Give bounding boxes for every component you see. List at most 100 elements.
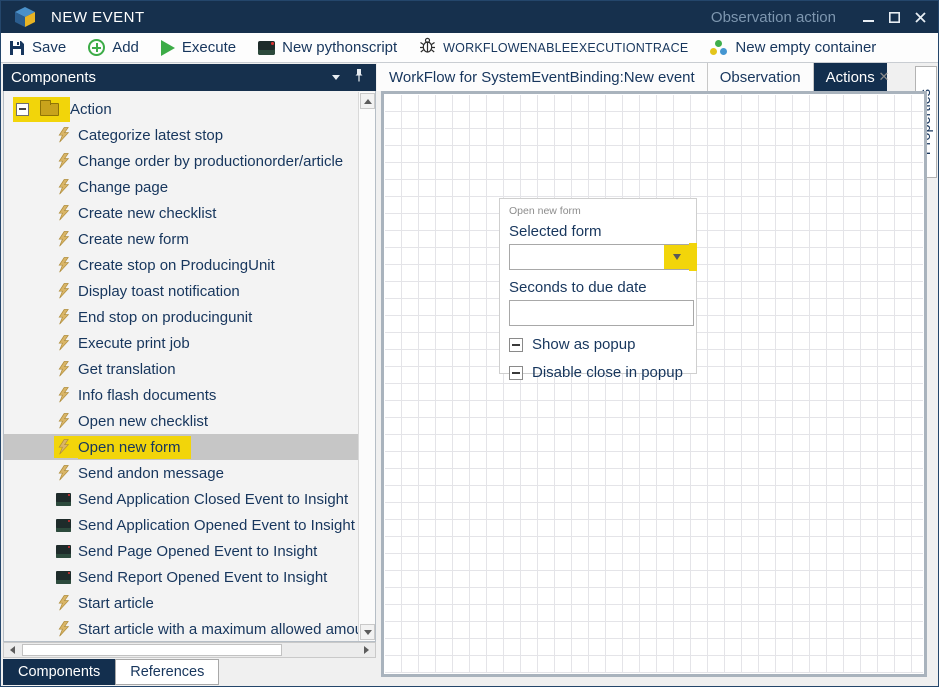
new-pythonscript-button[interactable]: New pythonscript [258, 39, 397, 56]
tree-item[interactable]: Display toast notification [4, 278, 375, 304]
toolbar: Save Add Execute New pythonscript [1, 33, 938, 63]
tree-item-label: Change page [78, 176, 178, 199]
container-dots-icon [710, 40, 728, 56]
tree-item-icon [56, 231, 71, 247]
tree-item[interactable]: Send Page Opened Event to Insight [4, 538, 375, 564]
tree-item-label: Send andon message [78, 462, 234, 485]
components-panel-header: Components [3, 64, 376, 91]
tree-item[interactable]: Create stop on ProducingUnit [4, 252, 375, 278]
tree-item[interactable]: Start article [4, 590, 375, 616]
components-tree: Action Categorize latest stop Chan [3, 91, 376, 642]
tree-item[interactable]: Open new form [4, 434, 375, 460]
tree-item-icon [40, 103, 59, 116]
disable-close-checkbox[interactable]: Disable close in popup [509, 364, 687, 381]
collapse-expander-icon[interactable] [16, 103, 29, 116]
save-button[interactable]: Save [9, 39, 66, 56]
tree-item-icon [56, 519, 71, 532]
tree-item[interactable]: Categorize latest stop [4, 122, 375, 148]
tree-item[interactable]: Open new checklist [4, 408, 375, 434]
minimize-button[interactable] [862, 11, 874, 23]
add-icon [88, 39, 105, 56]
tree-item[interactable]: Change order by productionorder/article [4, 148, 375, 174]
save-icon [9, 40, 25, 56]
tree-item-label: Execute print job [78, 332, 200, 355]
tree-item[interactable]: End stop on producingunit [4, 304, 375, 330]
disable-close-label: Disable close in popup [532, 364, 683, 381]
tree-item-icon [56, 283, 71, 299]
tree-item[interactable]: Create new form [4, 226, 375, 252]
tree-item[interactable]: Execute print job [4, 330, 375, 356]
tab-workflow[interactable]: WorkFlow for SystemEventBinding:New even… [377, 63, 708, 91]
tree-item-label: Create new form [78, 228, 199, 251]
tab-components[interactable]: Components [3, 659, 115, 685]
scroll-left-button[interactable] [5, 643, 20, 657]
new-pythonscript-label: New pythonscript [282, 39, 397, 56]
workflow-trace-button[interactable]: WORKFLOWENABLEEXECUTIONTRACE [419, 37, 688, 58]
components-panel-title: Components [11, 69, 96, 86]
seconds-input[interactable] [509, 300, 694, 326]
panel-menu-caret-icon[interactable] [332, 75, 340, 80]
show-as-popup-checkbox[interactable]: Show as popup [509, 336, 687, 353]
execute-label: Execute [182, 39, 236, 56]
app-logo-icon [13, 5, 37, 29]
tree-item-icon [56, 439, 71, 455]
tree-item-label: Send Page Opened Event to Insight [78, 540, 327, 563]
tree-vertical-scrollbar[interactable] [358, 92, 375, 641]
tree-item-label: Open new form [78, 436, 191, 459]
tab-close-icon[interactable]: ✕ [876, 69, 892, 85]
tree-item-icon [56, 127, 71, 143]
bug-icon [419, 37, 436, 58]
scrollbar-thumb[interactable] [22, 644, 282, 656]
title-bar: NEW EVENT Observation action [1, 1, 938, 33]
components-panel: Components Action [3, 64, 376, 686]
tab-references[interactable]: References [115, 659, 219, 685]
tree-item-icon [56, 413, 71, 429]
tree-item-icon [56, 493, 71, 506]
tree-item-label: Info flash documents [78, 384, 226, 407]
close-button[interactable] [914, 11, 926, 23]
execute-button[interactable]: Execute [161, 39, 236, 56]
checkbox-indeterminate-icon[interactable] [509, 338, 523, 352]
tree-item-label: Create stop on ProducingUnit [78, 254, 285, 277]
tree-horizontal-scrollbar[interactable] [3, 642, 376, 658]
window-title: NEW EVENT [51, 9, 145, 26]
workflow-trace-label: WORKFLOWENABLEEXECUTIONTRACE [443, 41, 688, 55]
tree-item[interactable]: Create new checklist [4, 200, 375, 226]
chevron-down-icon[interactable] [664, 245, 689, 269]
workflow-canvas-frame: Open new form Selected form Seconds to d… [381, 91, 927, 677]
maximize-button[interactable] [888, 11, 900, 23]
new-empty-container-button[interactable]: New empty container [710, 39, 876, 56]
tree-item[interactable]: Send Application Opened Event to Insight [4, 512, 375, 538]
selected-form-dropdown[interactable] [509, 244, 690, 270]
scroll-down-button[interactable] [360, 624, 375, 640]
dropdown-highlight [689, 243, 697, 271]
tree-item[interactable]: Get translation [4, 356, 375, 382]
scroll-up-button[interactable] [360, 93, 375, 109]
tree-item-label: Send Application Closed Event to Insight [78, 488, 358, 511]
scroll-right-button[interactable] [359, 643, 374, 657]
tree-item-icon [56, 153, 71, 169]
sidebar-bottom-tabs: Components References [3, 659, 219, 685]
tab-observation[interactable]: Observation [708, 63, 814, 91]
tree-item[interactable]: Info flash documents [4, 382, 375, 408]
seconds-label: Seconds to due date [509, 279, 687, 296]
tree-item-label: Display toast notification [78, 280, 250, 303]
tree-item-label: Get translation [78, 358, 186, 381]
tree-item-icon [56, 545, 71, 558]
tree-item[interactable]: Change page [4, 174, 375, 200]
tree-item-icon [56, 205, 71, 221]
tree-item[interactable]: Send Report Opened Event to Insight [4, 564, 375, 590]
checkbox-indeterminate-icon[interactable] [509, 366, 523, 380]
tree-item-icon [56, 257, 71, 273]
tree-item[interactable]: Send Application Closed Event to Insight [4, 486, 375, 512]
tree-item-label: Open new checklist [78, 410, 218, 433]
tree-item[interactable]: Send andon message [4, 460, 375, 486]
tree-item-icon [56, 335, 71, 351]
add-button[interactable]: Add [88, 39, 139, 56]
tree-item[interactable]: Start article with a maximum allowed amo… [4, 616, 375, 642]
workflow-canvas[interactable]: Open new form Selected form Seconds to d… [385, 95, 923, 673]
tree-item[interactable]: Action [4, 96, 375, 122]
tree-item-label: Start article with a maximum allowed amo… [78, 618, 373, 641]
pin-icon[interactable] [354, 69, 364, 86]
open-new-form-node[interactable]: Open new form Selected form Seconds to d… [499, 198, 697, 374]
